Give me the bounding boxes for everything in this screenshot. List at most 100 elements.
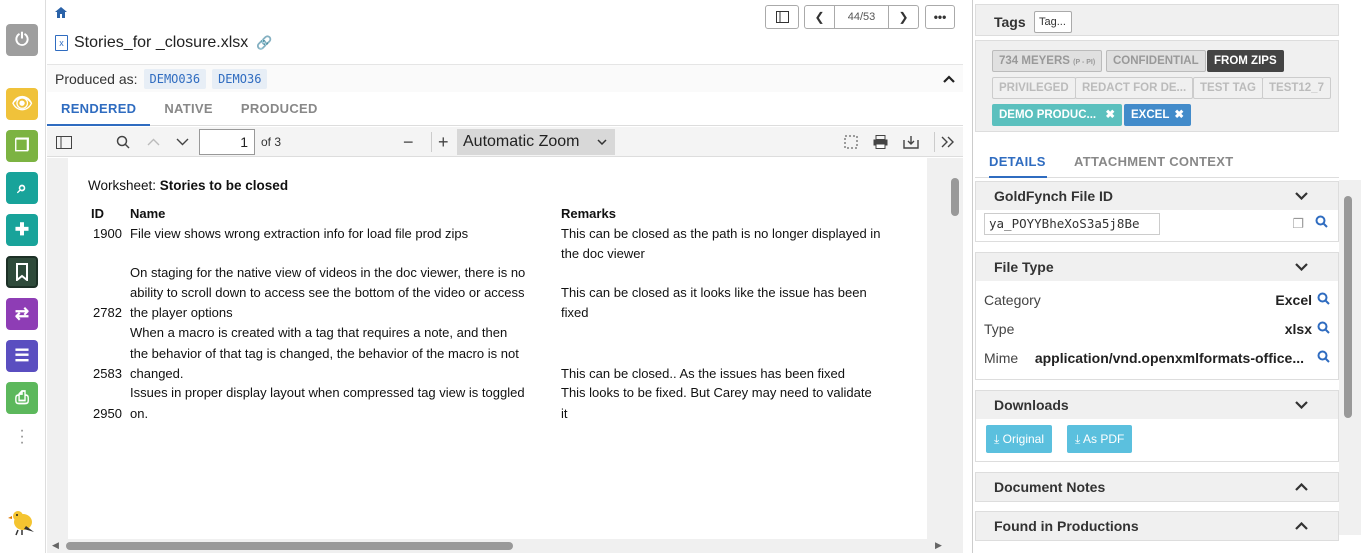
zoom-value: Automatic Zoom (463, 133, 580, 150)
zoom-in-icon[interactable]: + (431, 132, 449, 152)
list-icon[interactable]: ☰ (6, 340, 38, 372)
download-original-button[interactable]: ⤓ Original (986, 425, 1053, 453)
row-id: 2782 (93, 305, 122, 320)
next-page-icon[interactable] (176, 132, 189, 152)
tag-chip[interactable]: EXCEL ✖ (1124, 104, 1191, 126)
detail-tabs: DETAILS ATTACHMENT CONTEXT (975, 146, 1339, 178)
search-icon[interactable] (1317, 344, 1330, 373)
produced-label: Produced as: (55, 70, 138, 87)
tab-produced[interactable]: PRODUCED (227, 95, 332, 126)
chevron-up-icon (1295, 473, 1308, 501)
puzzle-icon[interactable]: ✚ (6, 214, 38, 246)
tag-chip[interactable]: PRIVILEGED (992, 77, 1076, 99)
section-title: Document Notes (994, 479, 1106, 495)
more-dots-icon[interactable]: · · · (17, 423, 27, 451)
tab-attachment-context[interactable]: ATTACHMENT CONTEXT (1074, 146, 1233, 178)
prev-page-icon[interactable] (147, 132, 160, 152)
eye-icon[interactable]: 👁 (6, 88, 38, 120)
tags-header: Tags Tag... (975, 4, 1339, 36)
downloads-section: Downloads ⤓ Original ⤓ As PDF (975, 390, 1339, 462)
home-icon[interactable] (55, 6, 67, 21)
search-icon[interactable] (1317, 286, 1330, 315)
produced-as-bar: Produced as: DEMO036 DEMO36 (47, 64, 963, 92)
file-title: x Stories_for _closure.xlsx 🔗 (55, 34, 272, 52)
worksheet-name: Stories to be closed (159, 178, 289, 193)
horizontal-scroll-thumb[interactable] (66, 542, 513, 550)
tag-chip[interactable]: TEST TAG (1193, 77, 1264, 99)
zoom-out-icon[interactable]: − (403, 132, 414, 152)
produced-chip[interactable]: DEMO36 (212, 68, 268, 89)
page-number-input[interactable]: 1 (199, 129, 255, 155)
downloads-header[interactable]: Downloads (976, 391, 1338, 419)
produced-chip[interactable]: DEMO036 (143, 68, 207, 89)
tag-chip[interactable]: FROM ZIPS (1207, 50, 1284, 72)
file-id-field[interactable]: ya_POYYBheXoS3a5j8Be (984, 213, 1160, 235)
tag-chip[interactable]: DEMO PRODUC... ✖ (992, 104, 1122, 126)
row-name-line: the player options (130, 305, 233, 320)
file-id-header[interactable]: GoldFynch File ID (976, 182, 1338, 210)
copy-icon[interactable]: ❐ (1292, 216, 1304, 232)
scroll-right-icon[interactable]: ▶ (935, 540, 942, 551)
panel-scroll-thumb[interactable] (1344, 196, 1352, 418)
more-tools-icon[interactable] (934, 132, 955, 152)
collapse-caret-icon[interactable] (943, 70, 955, 86)
zoom-select[interactable]: Automatic Zoom (457, 129, 615, 155)
power-icon[interactable]: ⏻ (6, 24, 38, 56)
select-tool-icon[interactable] (844, 132, 858, 152)
copy-icon[interactable]: ❐ (6, 130, 38, 162)
notes-section: Document Notes (975, 472, 1339, 502)
bookmark-icon[interactable] (6, 256, 38, 288)
tags-label: Tags (994, 14, 1026, 30)
excel-file-icon: x (55, 35, 68, 51)
remove-tag-icon[interactable]: ✖ (1105, 109, 1115, 121)
link-icon[interactable]: 🔗 (256, 35, 272, 51)
tag-list: 734 MEYERS (P - PI) CONFIDENTIAL FROM ZI… (975, 40, 1339, 132)
notes-header[interactable]: Document Notes (976, 473, 1338, 501)
viewer-scroll-thumb[interactable] (951, 178, 959, 216)
more-menu-button[interactable]: ••• (925, 5, 955, 29)
tag-chip[interactable]: REDACT FOR DE... (1075, 77, 1194, 99)
tag-input[interactable]: Tag... (1034, 11, 1072, 33)
file-type-row: Mime application/vnd.openxmlformats-offic… (976, 344, 1338, 373)
search-icon[interactable] (1317, 315, 1330, 344)
tag-chip[interactable]: CONFIDENTIAL (1106, 50, 1206, 72)
row-value: xlsx (1284, 321, 1312, 337)
row-name-line: on. (130, 406, 149, 421)
tag-chip[interactable]: 734 MEYERS (P - PI) (992, 50, 1103, 72)
search-icon[interactable]: ⌕ (6, 172, 38, 204)
download-icon: ⤓ (1075, 432, 1081, 446)
download-pdf-button[interactable]: ⤓ As PDF (1067, 425, 1133, 453)
exchange-icon[interactable]: ⇄ (6, 298, 38, 330)
section-title: Found in Productions (994, 518, 1139, 534)
tag-text: 734 MEYERS (999, 55, 1070, 67)
tab-native[interactable]: NATIVE (150, 95, 227, 126)
row-name-line: On staging for the native view of videos… (130, 265, 526, 280)
chevron-down-icon (1295, 182, 1308, 210)
viewer-horizontal-scrollbar[interactable]: ◀ ▶ (47, 539, 963, 553)
viewer-vertical-scrollbar[interactable] (927, 158, 963, 539)
tag-chip[interactable]: TEST12_7 (1262, 77, 1331, 99)
panel-toggle-button[interactable] (765, 5, 799, 29)
row-remarks-line: it (561, 406, 568, 421)
print-icon[interactable]: ⎙ (6, 382, 38, 414)
file-type-section: File Type Category Excel Type xlsx Mime app… (975, 252, 1339, 380)
next-doc-button[interactable]: ❯ (888, 6, 918, 28)
row-id: 1900 (93, 226, 122, 241)
view-tabs: RENDERED NATIVE PRODUCED (47, 95, 963, 126)
search-icon[interactable] (1315, 215, 1328, 233)
row-value: application/vnd.openxmlformats-office... (1034, 350, 1304, 366)
download-icon[interactable] (903, 132, 919, 152)
pdf-viewer-area[interactable]: Worksheet: Stories to be closed ID Name … (47, 158, 963, 539)
file-type-header[interactable]: File Type (976, 253, 1338, 281)
tag-text: EXCEL (1131, 109, 1170, 121)
print-icon[interactable] (873, 132, 888, 152)
remove-tag-icon[interactable]: ✖ (1174, 109, 1184, 121)
tab-details[interactable]: DETAILS (989, 146, 1047, 178)
prev-doc-button[interactable]: ❮ (805, 6, 835, 28)
tab-rendered[interactable]: RENDERED (47, 95, 151, 126)
chevron-down-icon (1295, 391, 1308, 419)
productions-header[interactable]: Found in Productions (976, 512, 1338, 540)
scroll-left-icon[interactable]: ◀ (52, 540, 59, 551)
find-icon[interactable] (116, 132, 130, 152)
sidebar-toggle-icon[interactable] (56, 132, 72, 152)
